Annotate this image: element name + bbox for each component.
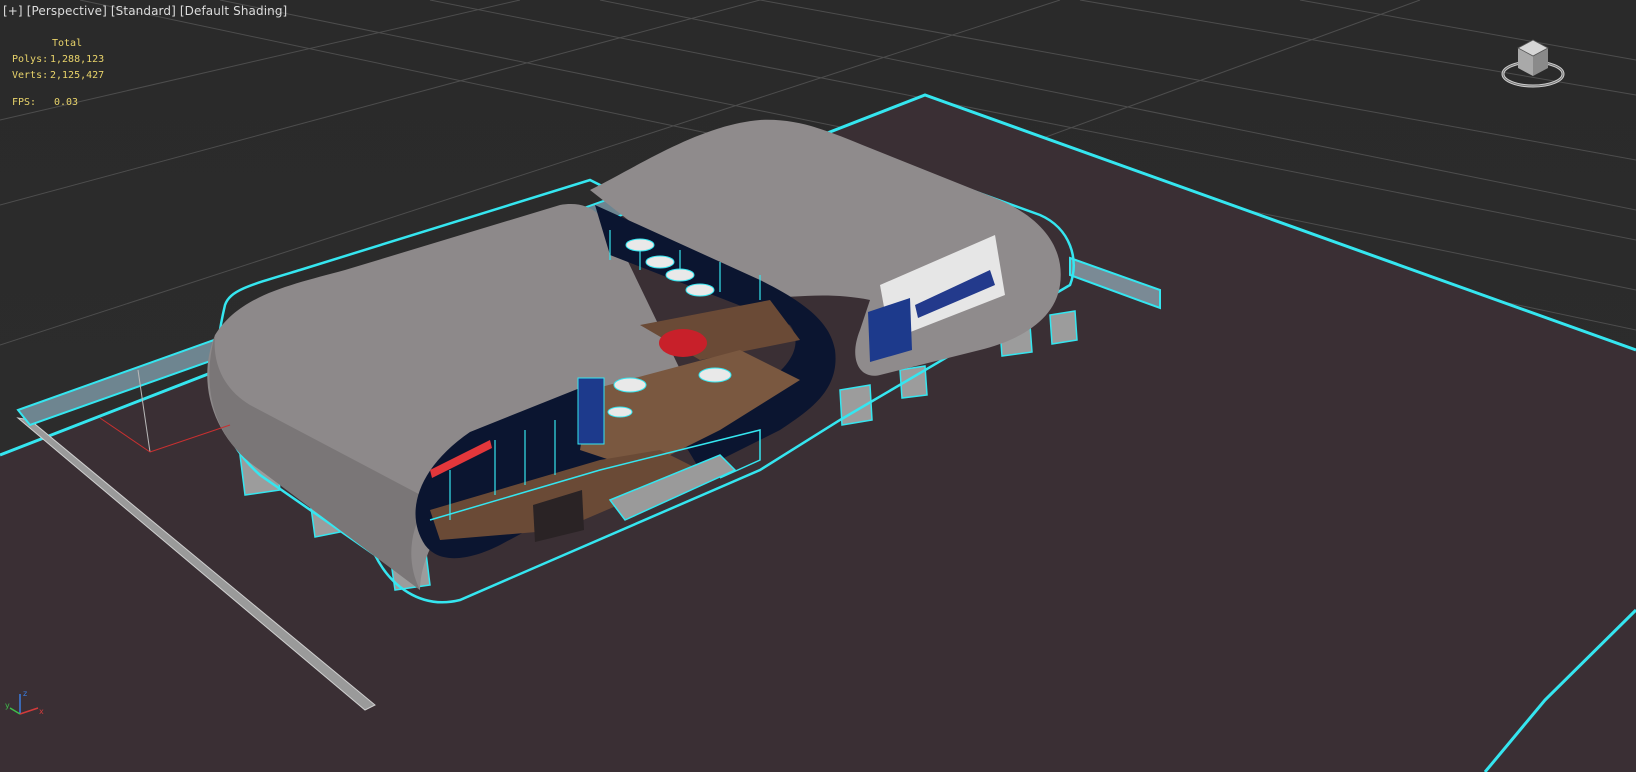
viewport-shading-menu[interactable]: [Default Shading]	[180, 4, 287, 18]
perspective-viewport[interactable]: [+] [Perspective] [Standard] [Default Sh…	[0, 0, 1636, 772]
can-banner	[577, 377, 605, 445]
scene-canvas[interactable]	[0, 0, 1636, 772]
viewcube-icon[interactable]	[1488, 30, 1578, 92]
verts-label: Verts:	[12, 70, 49, 81]
svg-text:y: y	[5, 701, 10, 710]
verts-value: 2,125,427	[50, 70, 105, 81]
fps-value: 0.03	[54, 97, 79, 108]
statistics-overlay: Total Polys: 1,288,123 Verts: 2,125,427	[12, 36, 104, 84]
viewport-standard-menu[interactable]: [Standard]	[111, 4, 176, 18]
viewport-label-menu: [+] [Perspective] [Standard] [Default Sh…	[3, 4, 287, 18]
bull-logo	[659, 329, 707, 357]
fps-label: FPS:	[12, 97, 37, 108]
viewport-point-of-view-menu[interactable]: [Perspective]	[27, 4, 107, 18]
axis-tripod-icon: z x y	[5, 689, 44, 716]
svg-text:x: x	[39, 707, 44, 716]
viewport-general-menu[interactable]: [+]	[3, 4, 23, 18]
stats-header: Total	[52, 38, 83, 49]
polys-label: Polys:	[12, 54, 49, 65]
fps-readout: FPS: 0.03	[12, 97, 78, 108]
svg-text:z: z	[23, 689, 27, 698]
polys-value: 1,288,123	[50, 54, 105, 65]
